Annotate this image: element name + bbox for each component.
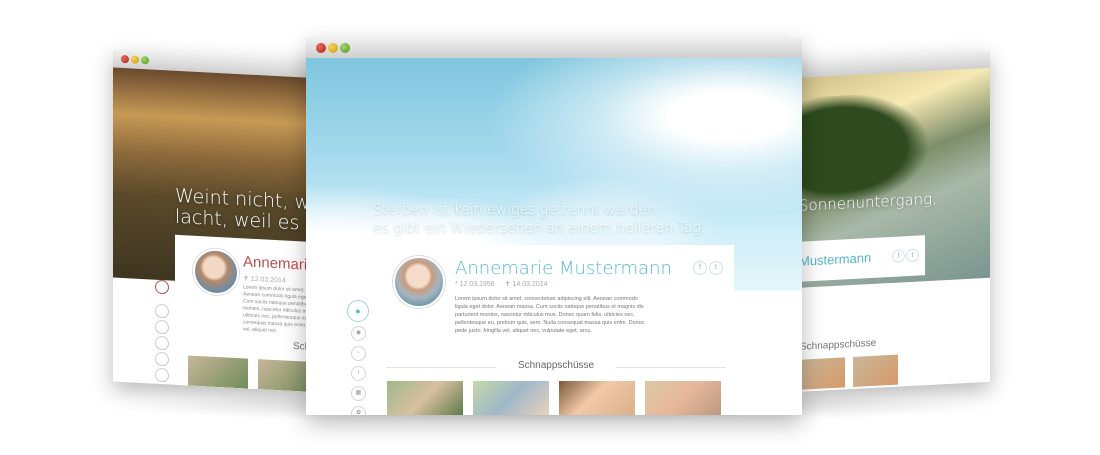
document-icon[interactable] [155, 319, 169, 335]
twitter-icon[interactable]: t [709, 261, 723, 275]
info-icon[interactable]: i [351, 366, 366, 381]
divider [616, 367, 726, 368]
hero-quote-line-1: Sterben ist kein ewiges getrennt werden; [373, 202, 661, 218]
person-icon[interactable]: ● [347, 300, 369, 322]
birth-date: * 12.03.1956 [455, 281, 495, 288]
facebook-icon[interactable]: f [892, 249, 905, 263]
window-titlebar [306, 38, 802, 59]
snapshot-thumbnail[interactable] [473, 381, 549, 415]
snapshot-thumbnail[interactable] [853, 354, 898, 387]
browser-window-center: Sterben ist kein ewiges getrennt werden;… [306, 38, 802, 415]
snapshot-thumbnail[interactable] [387, 381, 463, 415]
flower-icon[interactable]: ✿ [351, 406, 366, 415]
info-icon[interactable] [155, 335, 169, 351]
flower-icon[interactable] [155, 367, 169, 383]
profile-card: Mustermann f t [795, 235, 925, 282]
avatar [193, 247, 239, 297]
camera-icon[interactable]: ◉ [351, 326, 366, 341]
profile-text: Lorem ipsum dolor sit amet, consectetuer… [243, 284, 313, 335]
death-date: ✝ 14.03.2014 [504, 281, 548, 288]
maximize-window-button[interactable] [141, 55, 149, 65]
snapshots-title: Schnappschüsse [800, 337, 877, 353]
close-window-button[interactable] [316, 43, 326, 53]
browser-window-left: Weint nicht, weil ich lacht, weil es sch… [113, 49, 313, 393]
calendar-icon[interactable]: ▦ [351, 386, 366, 401]
profile-card: Annemarie Mustermann * 12.03.1956 ✝ 14.0… [373, 245, 734, 340]
twitter-icon[interactable]: t [906, 248, 919, 263]
snapshot-thumbnail[interactable] [188, 355, 248, 389]
profile-name: Annemarie Mustermann [455, 258, 672, 279]
snapshots-title: Schnappschüsse [517, 360, 595, 371]
document-icon[interactable]: ▫ [351, 346, 366, 361]
calendar-icon[interactable] [155, 351, 169, 367]
camera-icon[interactable] [155, 303, 169, 319]
death-date: ✝ 12.03.2014 [243, 275, 286, 285]
profile-text: Lorem ipsum dolor sit amet, consectetuer… [455, 296, 645, 334]
profile-name: Mustermann [799, 250, 872, 269]
hero-quote: Sterben ist kein ewiges getrennt werden;… [373, 201, 705, 237]
maximize-window-button[interactable] [340, 43, 350, 53]
snapshot-thumbnail[interactable] [559, 381, 635, 415]
snapshot-thumbnail[interactable] [800, 357, 845, 390]
hero-quote-line-2: es gibt ein Wiedersehen an einem hellere… [373, 220, 706, 236]
life-dates: * 12.03.1956 ✝ 14.03.2014 [455, 280, 556, 288]
snapshot-thumbnail[interactable] [258, 359, 313, 393]
minimize-window-button[interactable] [131, 55, 139, 64]
minimize-window-button[interactable] [328, 43, 338, 53]
snapshot-thumbnail[interactable] [645, 381, 721, 415]
facebook-icon[interactable]: f [693, 261, 707, 275]
close-window-button[interactable] [121, 54, 129, 64]
snapshots-header: Schnappschüsse [386, 360, 726, 374]
browser-window-right: Sonnenuntergang, Mustermann f t Schnapps… [795, 49, 990, 392]
person-icon[interactable] [155, 279, 169, 295]
avatar [393, 256, 445, 308]
